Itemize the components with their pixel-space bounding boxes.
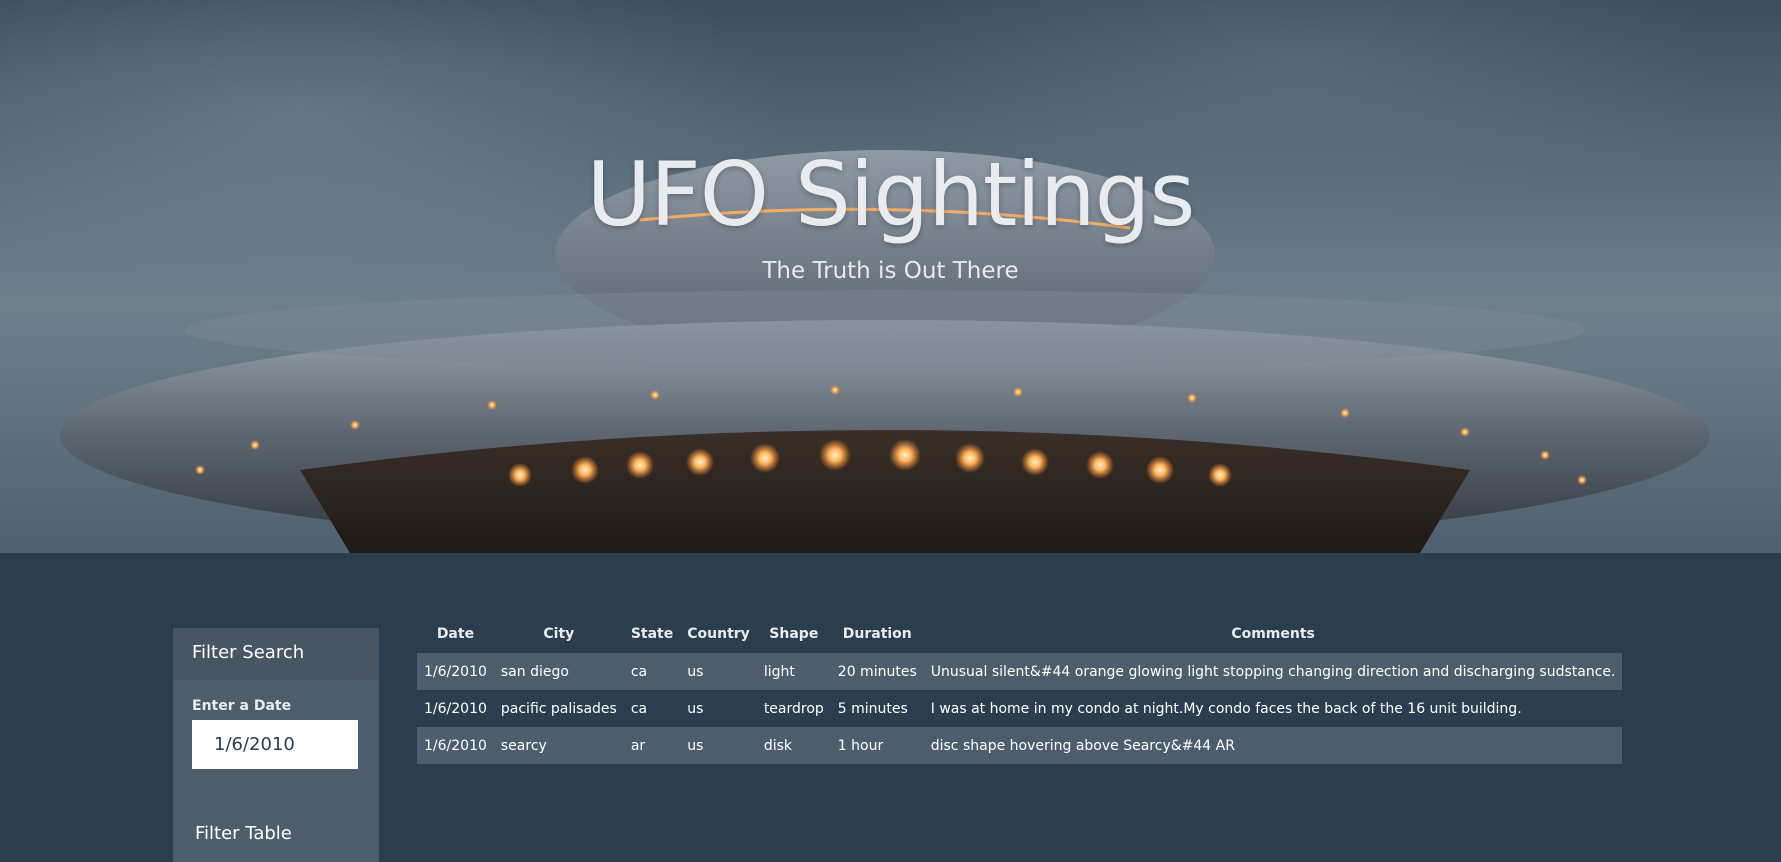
cell-date: 1/6/2010 <box>417 690 494 727</box>
date-label: Enter a Date <box>192 698 292 714</box>
cell-duration: 5 minutes <box>830 690 924 727</box>
cell-country: us <box>680 690 757 727</box>
page-title: UFO Sightings <box>586 143 1196 246</box>
cell-comments: I was at home in my condo at night.My co… <box>923 690 1623 727</box>
page-subtitle: The Truth is Out There <box>762 258 1019 284</box>
date-input[interactable] <box>192 720 358 769</box>
cell-city: san diego <box>493 653 624 690</box>
cell-comments: Unusual silent&#44 orange glowing light … <box>923 653 1623 690</box>
header-date: Date <box>436 626 475 642</box>
cell-state: ar <box>623 727 681 764</box>
header-state: State <box>630 626 674 642</box>
cell-comments: disc shape hovering above Searcy&#44 AR <box>923 727 1623 764</box>
header-duration: Duration <box>842 626 912 642</box>
table-header-row: Date City State Country Shape Duration C… <box>417 615 1622 653</box>
cell-shape: teardrop <box>756 690 831 727</box>
table-row: 1/6/2010 searcy ar us disk 1 hour disc s… <box>417 727 1623 764</box>
hero-banner: UFO Sightings The Truth is Out There <box>0 0 1781 553</box>
cell-date: 1/6/2010 <box>417 727 494 764</box>
cell-city: pacific palisades <box>493 690 624 727</box>
table-row: 1/6/2010 pacific palisades ca us teardro… <box>417 690 1623 727</box>
cell-shape: light <box>756 653 831 690</box>
header-shape: Shape <box>769 626 819 642</box>
cell-state: ca <box>623 690 681 727</box>
filter-table-button[interactable]: Filter Table <box>195 823 292 844</box>
filter-panel-body: Enter a Date <box>173 680 379 769</box>
cell-shape: disk <box>756 727 831 764</box>
cell-date: 1/6/2010 <box>417 653 494 690</box>
cell-country: us <box>680 653 757 690</box>
cell-city: searcy <box>493 727 624 764</box>
cell-country: us <box>680 727 757 764</box>
header-city: City <box>543 626 575 642</box>
ufo-table: Date City State Country Shape Duration C… <box>417 615 1623 764</box>
header-comments: Comments <box>1231 626 1315 642</box>
cell-duration: 1 hour <box>830 727 924 764</box>
cell-duration: 20 minutes <box>830 653 924 690</box>
cell-state: ca <box>623 653 681 690</box>
filter-search-heading: Filter Search <box>173 628 379 680</box>
filter-panel: Filter Search Enter a Date Filter Table <box>173 628 379 862</box>
header-country: Country <box>687 626 750 642</box>
table-row: 1/6/2010 san diego ca us light 20 minute… <box>417 653 1623 690</box>
